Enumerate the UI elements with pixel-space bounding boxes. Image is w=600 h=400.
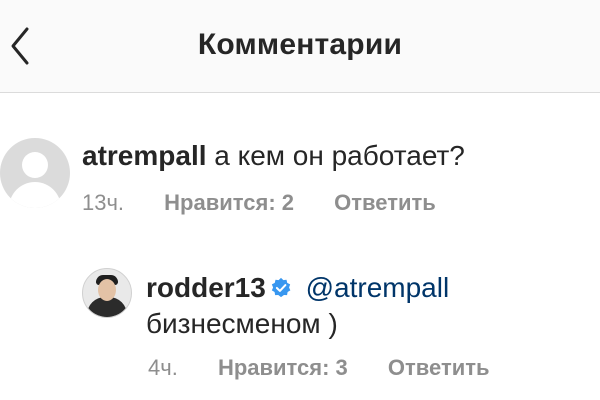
page-title: Комментарии: [197, 28, 403, 61]
reply-body: бизнесменом ): [146, 308, 338, 339]
comment-meta: 13ч. Нравится: 2 Ответить: [82, 190, 470, 216]
verified-badge-icon: [271, 277, 291, 298]
default-avatar-icon[interactable]: [0, 138, 70, 208]
user-avatar[interactable]: [82, 268, 132, 318]
reply-time: 4ч.: [148, 355, 178, 380]
comment-username[interactable]: atrempall: [82, 140, 207, 171]
likes-count[interactable]: Нравится: 2: [164, 190, 294, 215]
reply-reply-button[interactable]: Ответить: [388, 355, 490, 380]
comment-time: 13ч.: [82, 190, 125, 215]
mention-link[interactable]: @atrempall: [306, 272, 450, 303]
reply-meta: 4ч. Нравится: 3 Ответить: [148, 355, 524, 381]
reply-text: rodder13 @atrempall: [146, 272, 449, 304]
reply-button[interactable]: Ответить: [334, 190, 436, 215]
comment-body: а кем он работает?: [214, 140, 465, 171]
reply-username[interactable]: rodder13: [146, 272, 266, 303]
header-bar: Комментарии: [0, 0, 600, 93]
comment-text: atrempall а кем он работает?: [82, 140, 465, 172]
reply-likes-count[interactable]: Нравится: 3: [218, 355, 348, 380]
